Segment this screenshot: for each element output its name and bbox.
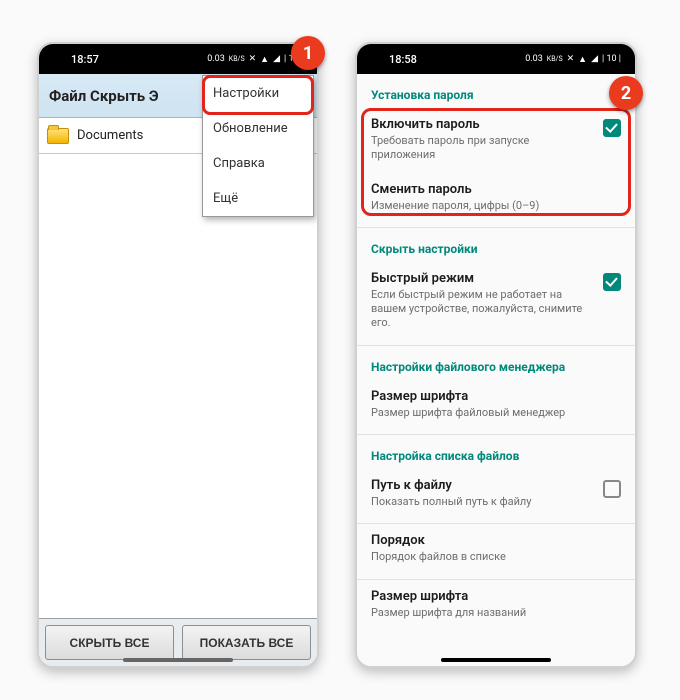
status-bar: 18:58 0.03 KB/S ✕ ▲ ◢ | 10 | [357,44,635,74]
step-badge-2: 2 [609,76,643,110]
pref-enable-password[interactable]: Включить пароль Требовать пароль при зап… [357,108,635,173]
wifi-icon: ▲ [260,54,269,65]
app-title: Файл Скрыть Э [49,87,159,105]
vibrate-icon: ✕ [567,54,575,64]
status-bar: 18:57 0.03 KB/S ✕ ▲ ◢ | 10 | [39,44,317,74]
checkbox-file-path[interactable] [603,480,621,498]
pref-font-size-names[interactable]: Размер шрифта Размер шрифта для названий [357,580,635,630]
pref-file-path[interactable]: Путь к файлу Показать полный путь к файл… [357,469,635,519]
folder-label: Documents [77,128,143,143]
phone-1: 18:57 0.03 KB/S ✕ ▲ ◢ | 10 | Файл Скрыть… [37,42,319,668]
menu-item-update[interactable]: Обновление [203,111,313,146]
overflow-menu: Настройки Обновление Справка Ещё [202,75,314,217]
settings-screen: Установка пароля Включить пароль Требова… [357,74,635,666]
vibrate-icon: ✕ [249,54,257,64]
checkbox-fast-mode[interactable] [603,273,621,291]
status-icons: 0.03 KB/S ✕ ▲ ◢ | 10 | [207,54,303,65]
home-indicator [441,658,551,662]
status-time: 18:57 [71,53,99,66]
phone-2: 18:58 0.03 KB/S ✕ ▲ ◢ | 10 | Установка п… [355,42,637,668]
pref-change-password[interactable]: Сменить пароль Изменение пароля, цифры (… [357,173,635,223]
signal-icon: ◢ [273,54,280,64]
status-time: 18:58 [389,53,417,66]
step-badge-1: 1 [291,36,325,70]
checkbox-enable-password[interactable] [603,119,621,137]
home-indicator [123,658,233,662]
pref-fast-mode[interactable]: Быстрый режим Если быстрый режим не рабо… [357,262,635,341]
show-all-button[interactable]: ПОКАЗАТЬ ВСЕ [182,625,311,660]
menu-item-more[interactable]: Ещё [203,181,313,216]
pref-order[interactable]: Порядок Порядок файлов в списке [357,524,635,574]
pref-font-size-fm[interactable]: Размер шрифта Размер шрифта файловый мен… [357,380,635,430]
section-file-manager: Настройки файлового менеджера [357,346,635,380]
wifi-icon: ▲ [578,54,587,65]
menu-item-help[interactable]: Справка [203,146,313,181]
section-file-list: Настройка списка файлов [357,435,635,469]
folder-icon [47,128,69,144]
menu-item-settings[interactable]: Настройки [203,76,313,111]
section-password: Установка пароля [357,74,635,108]
signal-icon: ◢ [591,54,598,64]
status-icons: 0.03 KB/S ✕ ▲ ◢ | 10 | [525,54,621,65]
hide-all-button[interactable]: СКРЫТЬ ВСЕ [45,625,174,660]
section-hide: Скрыть настройки [357,228,635,262]
